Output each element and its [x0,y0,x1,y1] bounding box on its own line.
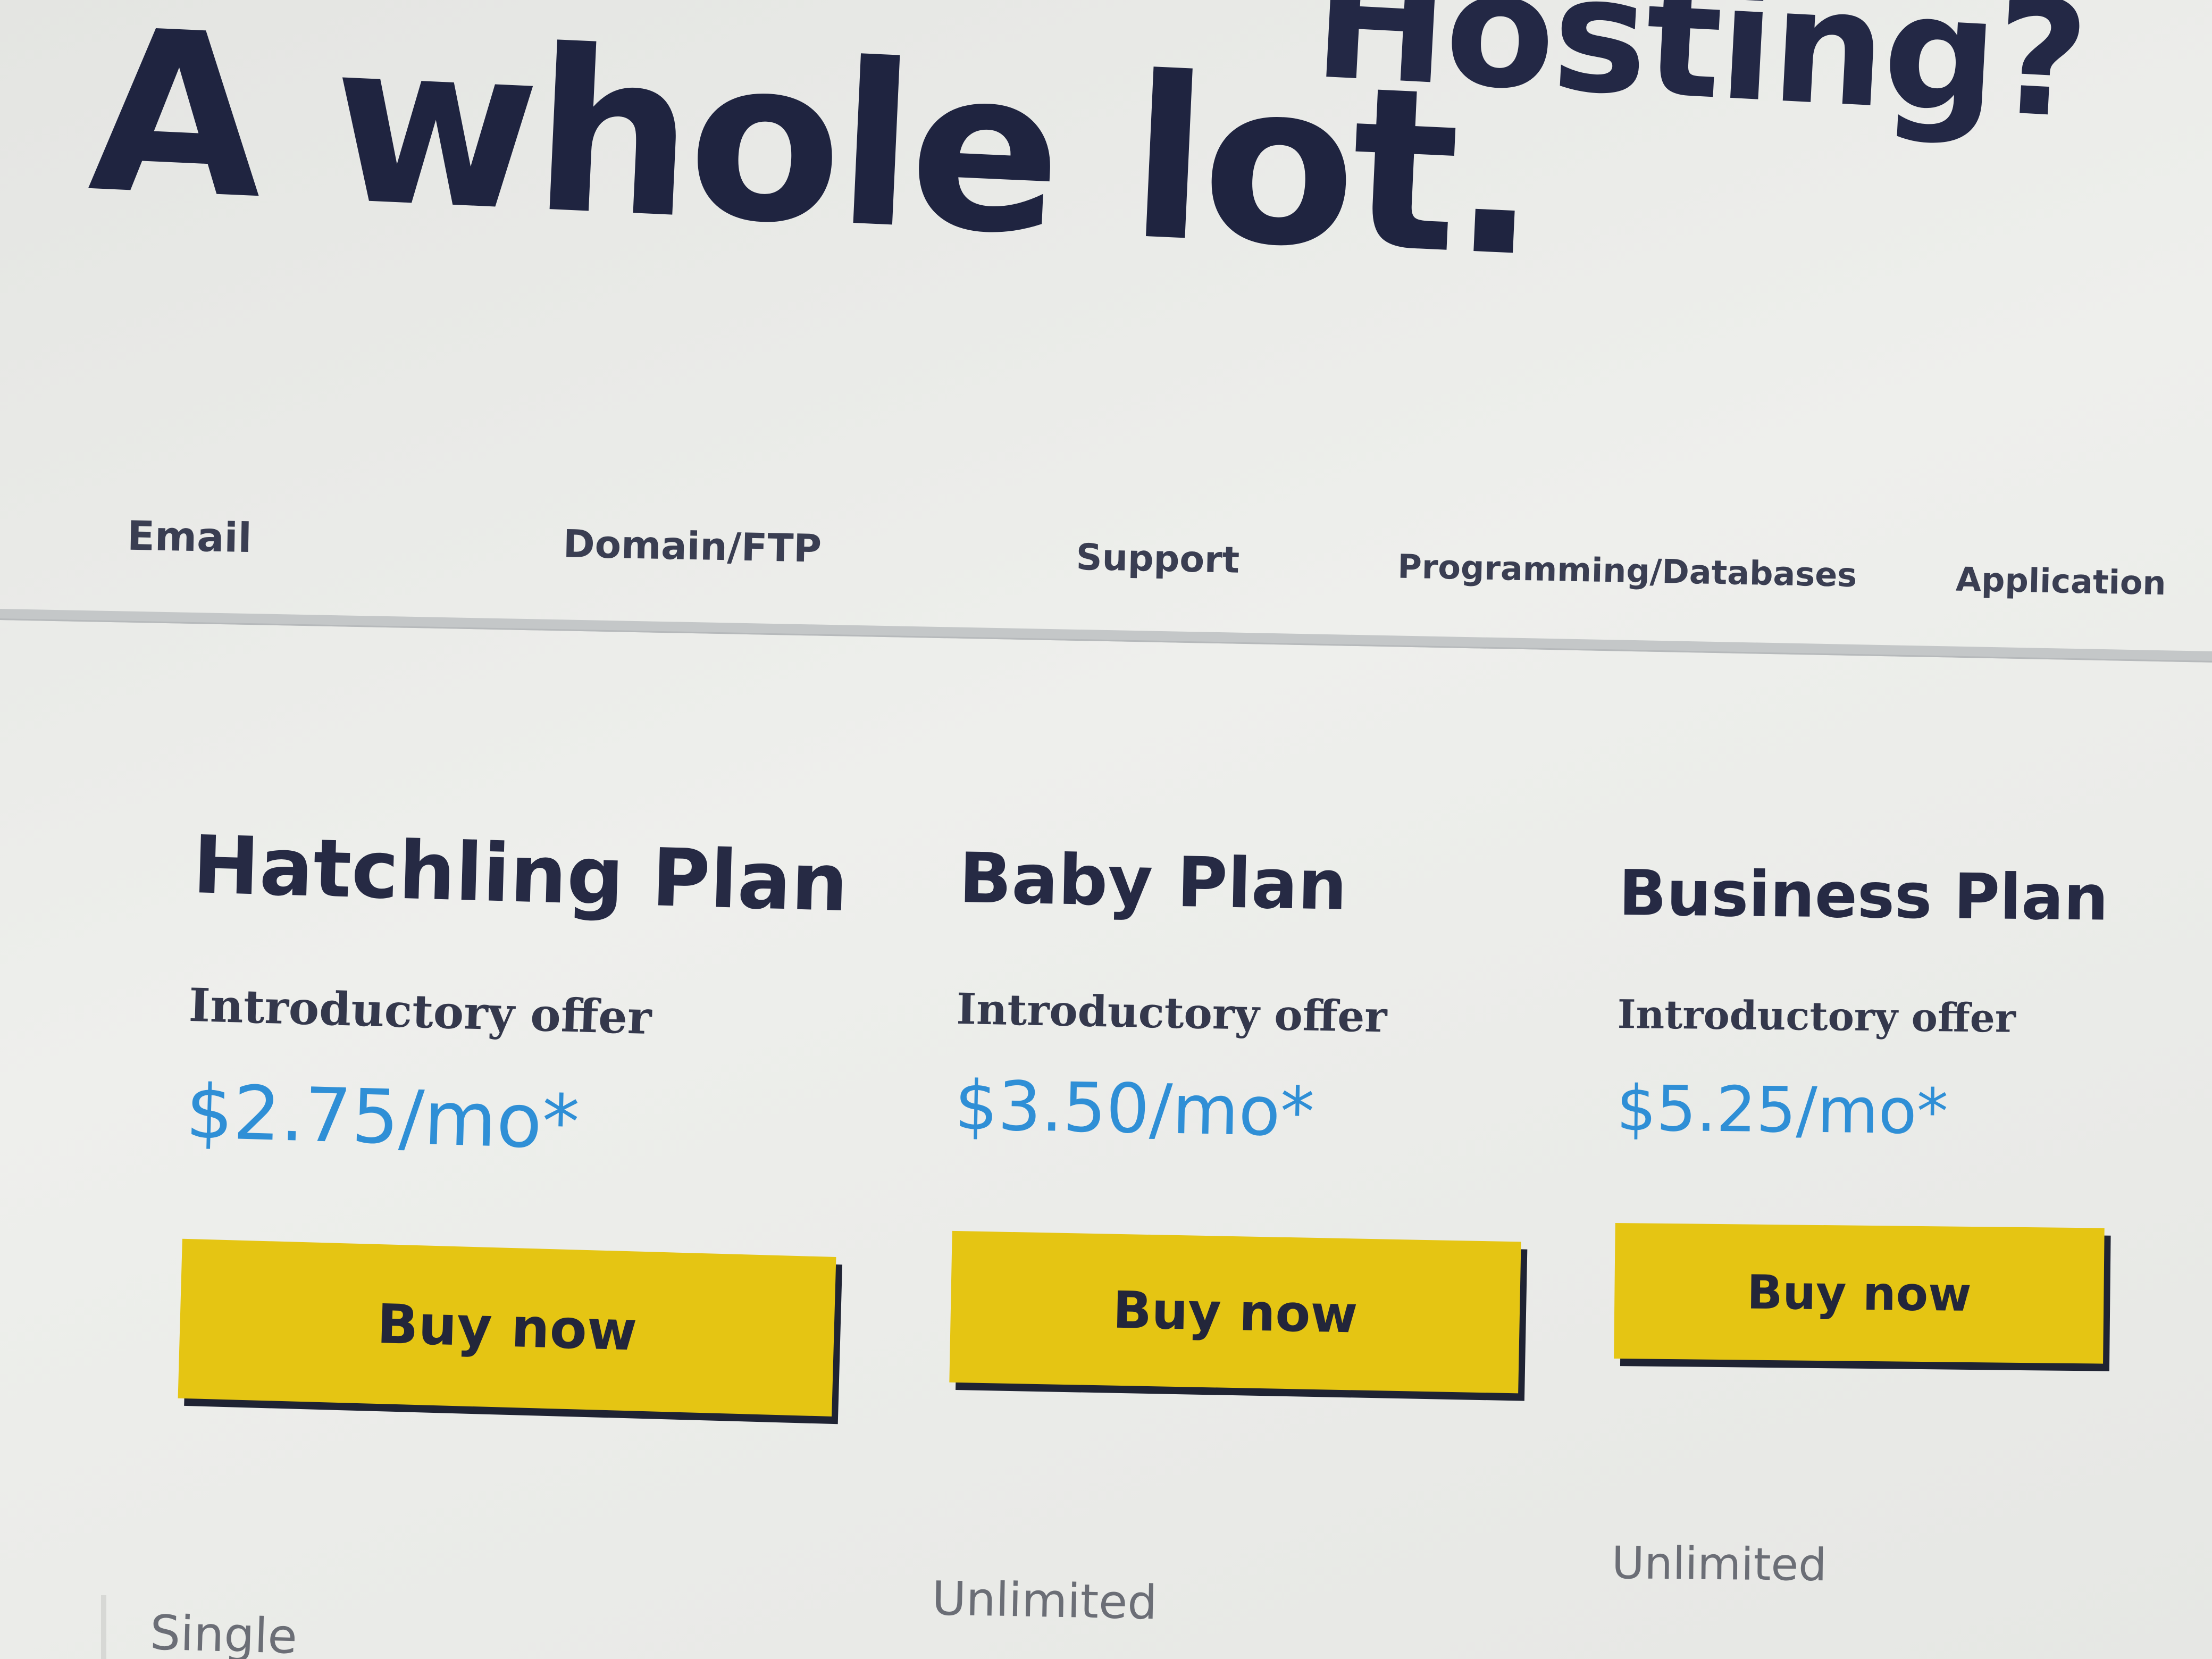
plan-price: $3.50/mo* [953,1066,1316,1152]
plan-price: $2.75/mo* [185,1068,581,1167]
tab-programming-databases[interactable]: Programming/Databases [1397,547,1857,594]
buy-now-button-business[interactable]: Buy now [1614,1222,2105,1364]
tabs-divider [0,608,2212,663]
page-headline: A whole lot. [85,0,1541,307]
tab-domain-ftp[interactable]: Domain/FTP [563,521,822,571]
plan-feature-value: Single [149,1605,298,1659]
column-divider [101,1595,106,1659]
tab-application[interactable]: Application [1955,560,2166,603]
buy-now-button-baby[interactable]: Buy now [949,1230,1521,1394]
plan-feature-value: Unlimited [1611,1536,1828,1591]
feature-tabs: Email Domain/FTP Support Programming/Dat… [0,510,2212,713]
plan-price: $5.25/mo* [1616,1071,1949,1149]
plan-title: Baby Plan [958,837,1348,926]
plan-offer-label: Introductory offer [956,983,1388,1042]
plan-offer-label: Introductory offer [188,978,652,1045]
buy-now-button-hatchling[interactable]: Buy now [178,1238,836,1417]
tab-support[interactable]: Support [1076,537,1240,582]
plan-offer-label: Introductory offer [1617,991,2016,1042]
tab-email[interactable]: Email [127,512,252,562]
plan-title: Business Plan [1618,856,2109,935]
plan-title: Hatchling Plan [191,819,850,930]
plan-card-baby: Baby Plan Introductory offer $3.50/mo* B… [932,837,1521,1630]
plan-card-business: Business Plan Introductory offer $5.25/m… [1612,856,2109,1591]
plan-card-hatchling: Hatchling Plan Introductory offer $2.75/… [149,819,850,1659]
plan-feature-value: Unlimited [931,1571,1158,1630]
page: Hosting? A whole lot. Email Domain/FTP S… [0,0,2212,1659]
